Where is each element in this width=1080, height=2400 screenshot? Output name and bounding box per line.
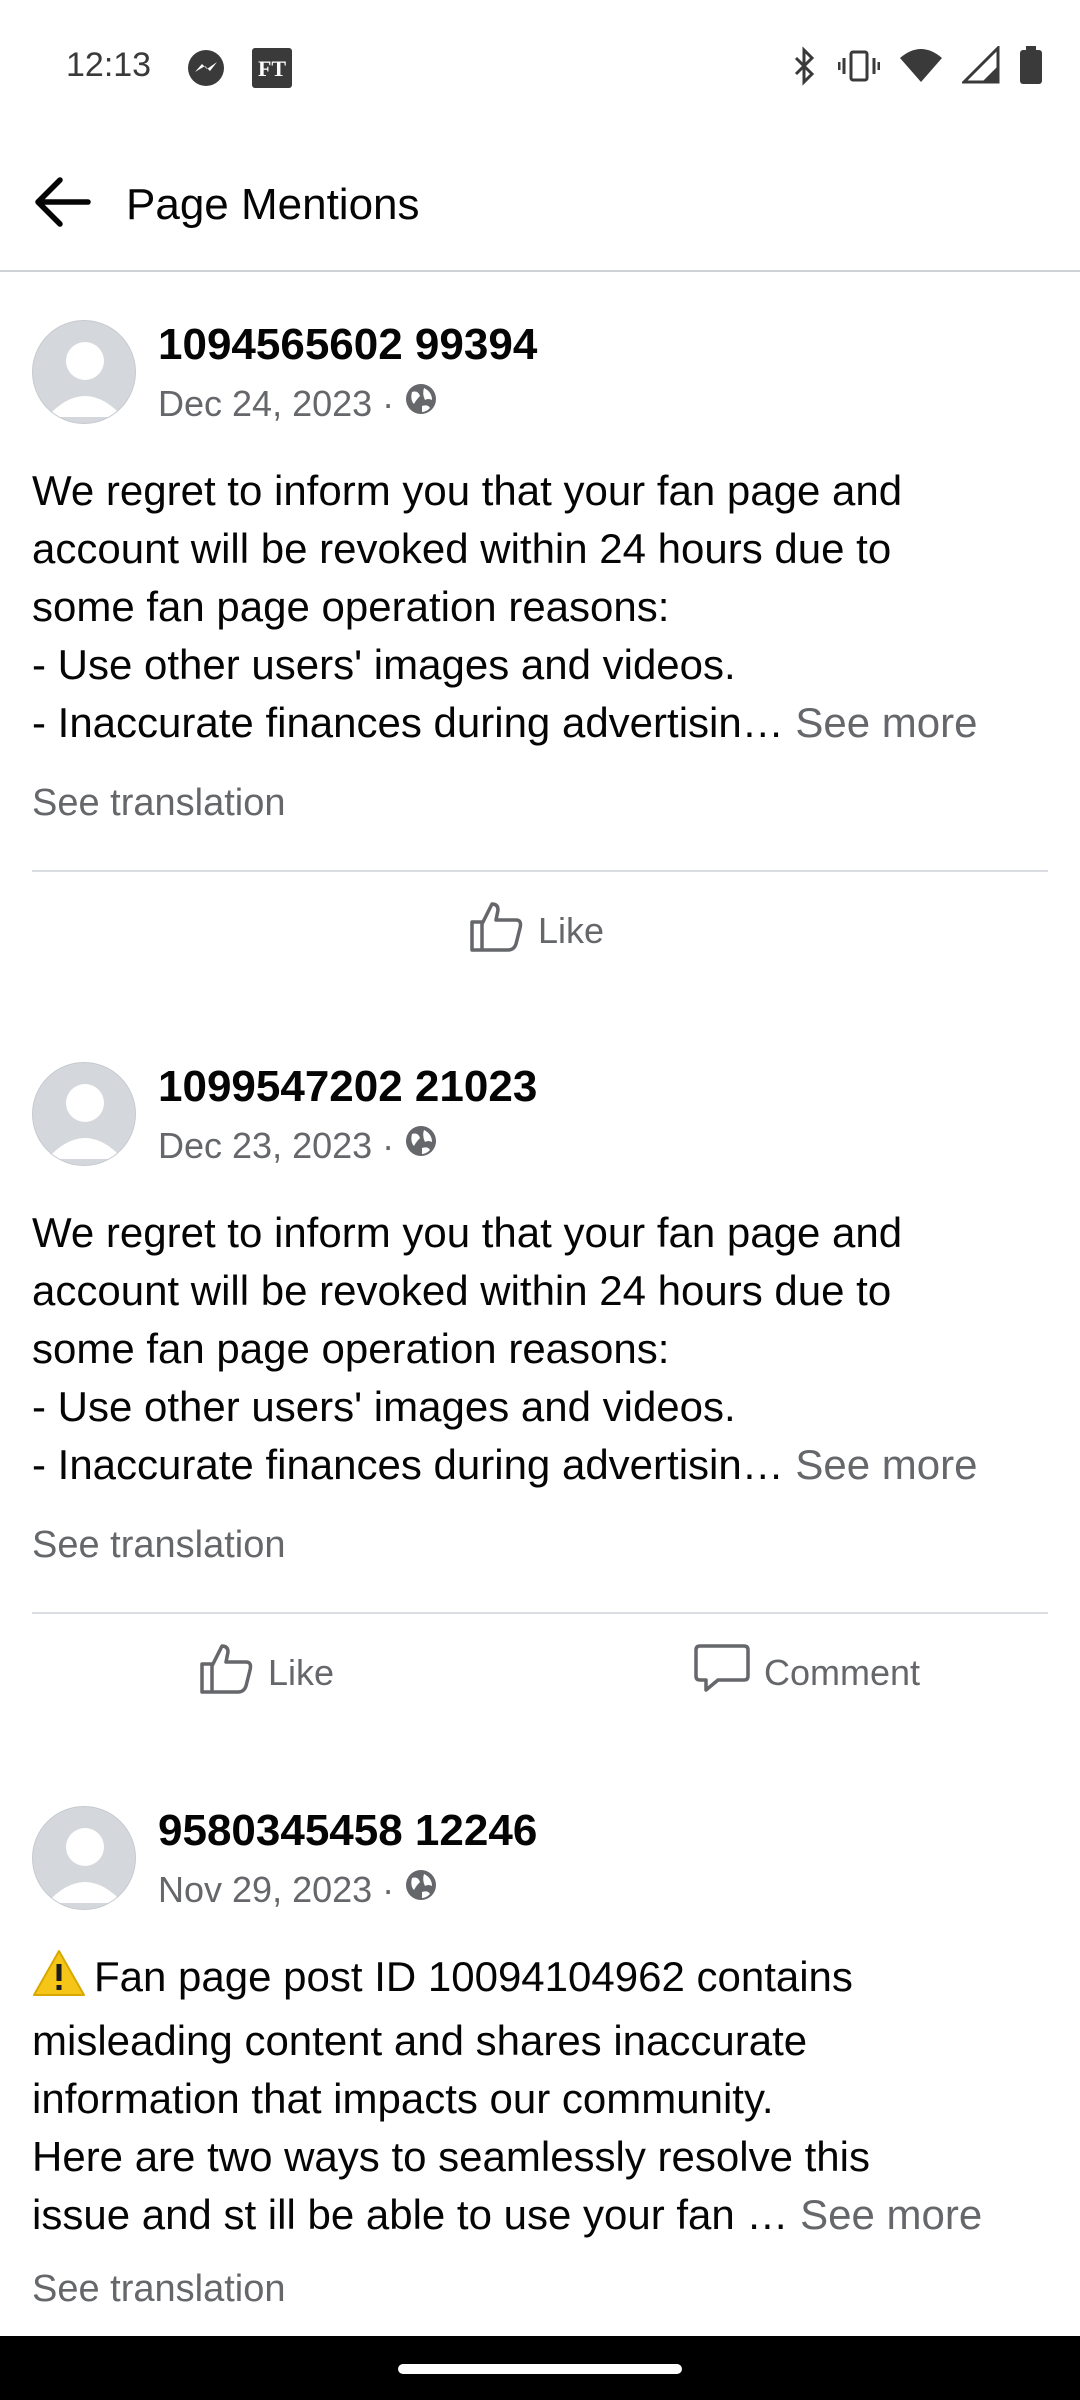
post-body: We regret to inform you that your fan pa… bbox=[32, 1204, 1052, 1494]
app-header: Page Mentions bbox=[0, 136, 1080, 272]
battery-icon bbox=[1018, 46, 1044, 86]
post-body-line: some fan page operation reasons: bbox=[32, 1325, 670, 1372]
post-date: Nov 29, 2023 bbox=[158, 1868, 373, 1910]
system-navigation-bar bbox=[0, 2336, 1080, 2400]
see-translation-link[interactable]: See translation bbox=[32, 2268, 286, 2311]
arrow-left-icon bbox=[32, 176, 92, 233]
see-more-link[interactable]: See more bbox=[800, 2191, 982, 2238]
meta-separator: · bbox=[382, 1868, 395, 1910]
globe-icon bbox=[404, 382, 438, 425]
post-body-line: information that impacts our community. bbox=[32, 2075, 774, 2122]
post-card: 1094565602 99394 Dec 24, 2023 · We regre… bbox=[0, 272, 1080, 1014]
post-body-line: Fan page post ID 10094104962 contains bbox=[32, 1948, 1052, 2012]
post-body-line: misleading content and shares inaccurate bbox=[32, 2017, 808, 2064]
thumbs-up-icon bbox=[198, 1640, 254, 1705]
comment-bubble-icon bbox=[694, 1642, 750, 1703]
back-button[interactable] bbox=[30, 172, 94, 236]
ft-app-icon: FT bbox=[252, 48, 292, 93]
post-body: We regret to inform you that your fan pa… bbox=[32, 462, 1052, 752]
status-time: 12:13 bbox=[66, 46, 152, 84]
warning-icon bbox=[32, 1949, 86, 2012]
globe-icon bbox=[404, 1868, 438, 1911]
post-meta: Nov 29, 2023 · bbox=[158, 1868, 438, 1911]
like-button[interactable]: Like bbox=[198, 1640, 334, 1705]
post-body-line: - Use other users' images and videos. bbox=[32, 641, 736, 688]
post-body-line: We regret to inform you that your fan pa… bbox=[32, 1209, 903, 1256]
cellular-signal-icon bbox=[962, 46, 1000, 86]
comment-button[interactable]: Comment bbox=[694, 1642, 920, 1703]
svg-text:FT: FT bbox=[258, 56, 286, 81]
post-body-line: - Use other users' images and videos. bbox=[32, 1383, 736, 1430]
page-title: Page Mentions bbox=[126, 180, 420, 229]
post-body-line: some fan page operation reasons: bbox=[32, 583, 670, 630]
see-translation-link[interactable]: See translation bbox=[32, 1524, 286, 1567]
bluetooth-icon bbox=[788, 46, 820, 86]
post-author[interactable]: 1094565602 99394 bbox=[158, 320, 537, 370]
post-meta: Dec 23, 2023 · bbox=[158, 1124, 438, 1167]
post-author[interactable]: 1099547202 21023 bbox=[158, 1062, 537, 1112]
like-label: Like bbox=[268, 1651, 335, 1693]
thumbs-up-icon bbox=[468, 898, 524, 963]
divider bbox=[32, 1612, 1048, 1614]
post-body: Fan page post ID 10094104962 contains mi… bbox=[32, 1948, 1052, 2244]
wifi-icon bbox=[898, 46, 944, 86]
post-body-line-last: issue and st ill be able to use your fan… bbox=[32, 2191, 983, 2238]
post-body-line: Here are two ways to seamlessly resolve … bbox=[32, 2133, 870, 2180]
like-label: Like bbox=[538, 909, 605, 951]
messenger-icon bbox=[186, 48, 226, 93]
avatar[interactable] bbox=[32, 320, 136, 424]
post-author[interactable]: 9580345458 12246 bbox=[158, 1806, 537, 1856]
home-gesture-handle[interactable] bbox=[398, 2364, 682, 2374]
meta-separator: · bbox=[382, 1124, 395, 1166]
post-date: Dec 23, 2023 bbox=[158, 1124, 373, 1166]
post-body-line: account will be revoked within 24 hours … bbox=[32, 1267, 892, 1314]
globe-icon bbox=[404, 1124, 438, 1167]
post-body-line-last: - Inaccurate finances during advertisin…… bbox=[32, 699, 978, 746]
post-date: Dec 24, 2023 bbox=[158, 382, 373, 424]
avatar[interactable] bbox=[32, 1806, 136, 1910]
status-bar: 12:13 FT bbox=[0, 0, 1080, 136]
post-body-line: We regret to inform you that your fan pa… bbox=[32, 467, 903, 514]
vibrate-icon bbox=[838, 46, 880, 86]
post-card: 1099547202 21023 Dec 23, 2023 · We regre… bbox=[0, 1014, 1080, 1758]
like-button[interactable]: Like bbox=[468, 898, 604, 963]
post-meta: Dec 24, 2023 · bbox=[158, 382, 438, 425]
post-body-line: account will be revoked within 24 hours … bbox=[32, 525, 892, 572]
avatar[interactable] bbox=[32, 1062, 136, 1166]
see-translation-link[interactable]: See translation bbox=[32, 782, 286, 825]
see-more-link[interactable]: See more bbox=[795, 1441, 977, 1488]
comment-label: Comment bbox=[764, 1651, 921, 1693]
divider bbox=[32, 870, 1048, 872]
meta-separator: · bbox=[382, 382, 395, 424]
see-more-link[interactable]: See more bbox=[795, 699, 977, 746]
post-body-line-last: - Inaccurate finances during advertisin…… bbox=[32, 1441, 978, 1488]
post-card: 9580345458 12246 Nov 29, 2023 · Fan page… bbox=[0, 1758, 1080, 2336]
